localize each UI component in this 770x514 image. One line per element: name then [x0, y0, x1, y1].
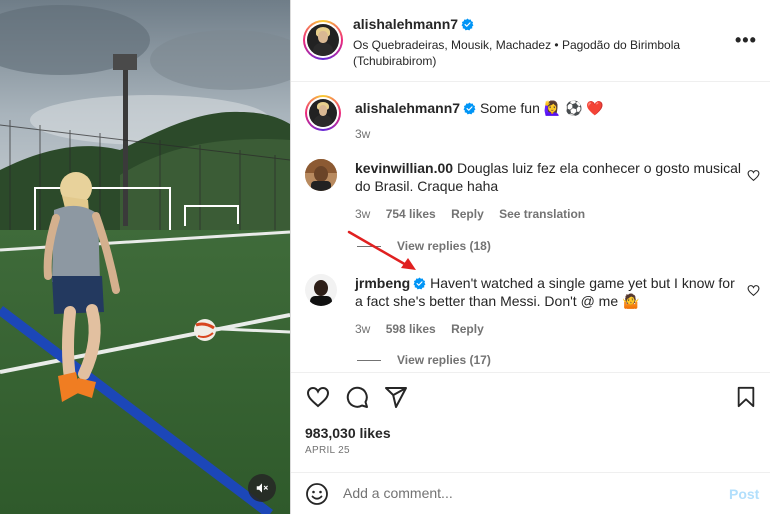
comment-text: Haven't watched a single game yet but I … [355, 275, 735, 309]
commenter-username[interactable]: kevinwillian.00 [355, 160, 453, 176]
comment-bubble-icon[interactable] [345, 385, 369, 409]
comment-composer: Post [291, 472, 770, 514]
reel-video[interactable] [0, 0, 290, 514]
verified-badge-icon [463, 102, 476, 115]
comments-list[interactable]: alishalehmann7 Some fun 🙋‍♀️ ⚽ ❤️ 3w kev… [291, 83, 770, 371]
post-date[interactable]: APRIL 25 [305, 445, 350, 456]
reply-button[interactable]: Reply [451, 322, 484, 336]
emoji-smiley-icon[interactable] [305, 482, 329, 506]
caption-time[interactable]: 3w [355, 127, 370, 141]
caption-text: Some fun [479, 100, 540, 116]
avatar-photo [305, 159, 337, 191]
avatar-photo [305, 274, 337, 306]
mute-button[interactable] [248, 474, 276, 502]
more-options-button[interactable]: ••• [735, 30, 757, 51]
caption-username[interactable]: alishalehmann7 [355, 100, 460, 116]
commenter-avatar[interactable] [305, 159, 337, 191]
post-header: alishalehmann7 Os Quebradeiras, Mousik, … [291, 0, 770, 82]
reply-button[interactable]: Reply [451, 207, 484, 221]
verified-badge-icon [461, 18, 474, 31]
speaker-muted-icon [256, 483, 268, 493]
view-replies-button[interactable]: View replies (18) [357, 239, 491, 253]
comment-likes[interactable]: 598 likes [386, 322, 436, 336]
video-frame [0, 0, 290, 514]
like-heart-icon[interactable] [305, 385, 331, 409]
author-username[interactable]: alishalehmann7 [353, 16, 458, 32]
post-comment-button[interactable]: Post [729, 486, 759, 502]
verified-badge-icon [413, 277, 426, 290]
comment-time[interactable]: 3w [355, 207, 370, 221]
comment-likes[interactable]: 754 likes [386, 207, 436, 221]
caption-emojis: 🙋‍♀️ ⚽ ❤️ [543, 100, 604, 116]
comment-input[interactable] [343, 481, 703, 505]
view-replies-button[interactable]: View replies (17) [357, 353, 491, 367]
like-comment-icon[interactable] [747, 284, 760, 297]
post-panel: alishalehmann7 Os Quebradeiras, Mousik, … [290, 0, 770, 514]
audio-attribution[interactable]: Os Quebradeiras, Mousik, Machadez • Pago… [353, 37, 713, 69]
caption-avatar[interactable] [305, 95, 341, 131]
save-bookmark-icon[interactable] [735, 385, 757, 409]
comment-time[interactable]: 3w [355, 322, 370, 336]
see-translation-button[interactable]: See translation [499, 207, 585, 221]
like-comment-icon[interactable] [747, 169, 760, 182]
share-paper-plane-icon[interactable] [384, 385, 408, 409]
action-bar: 983,030 likes APRIL 25 [291, 372, 770, 472]
commenter-username[interactable]: jrmbeng [355, 275, 410, 291]
commenter-avatar[interactable] [305, 274, 337, 306]
like-count[interactable]: 983,030 likes [305, 425, 391, 441]
author-avatar[interactable] [303, 20, 343, 60]
author-username-row: alishalehmann7 [353, 16, 474, 32]
